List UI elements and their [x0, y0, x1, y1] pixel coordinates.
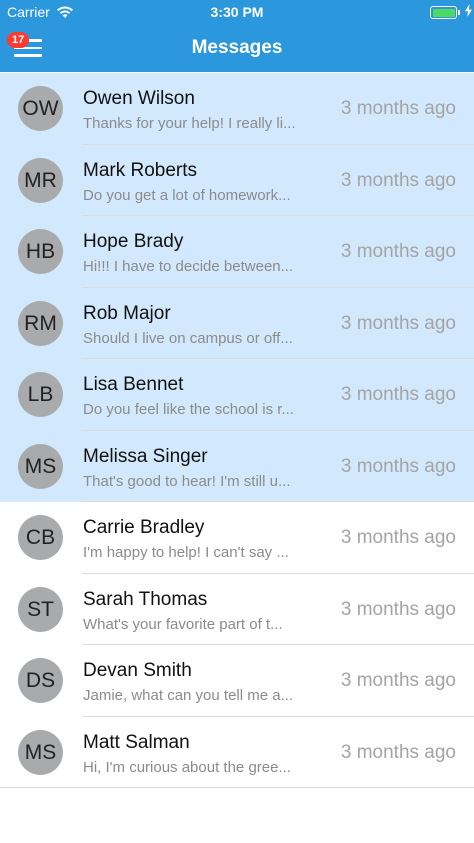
avatar: HB — [18, 229, 63, 274]
avatar: MS — [18, 729, 63, 775]
avatar: MS — [18, 443, 63, 489]
message-timestamp: 3 months ago — [340, 312, 456, 334]
sender-name: Devan Smith — [83, 660, 192, 681]
message-row[interactable]: MS Matt Salman Hi, I'm curious about the… — [0, 716, 474, 788]
message-timestamp: 3 months ago — [340, 455, 456, 477]
message-preview: Should I live on campus or off... — [83, 329, 293, 347]
message-timestamp: 3 months ago — [340, 527, 456, 548]
avatar: RM — [18, 300, 63, 346]
message-preview: That's good to hear! I'm still u... — [83, 472, 291, 490]
message-timestamp: 3 months ago — [340, 741, 456, 763]
page-title: Messages — [191, 37, 283, 58]
message-preview: I'm happy to help! I can't say ... — [83, 544, 289, 561]
avatar: DS — [18, 658, 63, 703]
message-row[interactable]: ST Sarah Thomas What's your favorite par… — [0, 573, 474, 645]
sender-name: Owen Wilson — [83, 88, 195, 109]
message-list: OW Owen Wilson Thanks for your help! I r… — [0, 73, 474, 788]
message-preview: Hi!!! I have to decide between... — [83, 258, 294, 275]
sender-name: Hope Brady — [83, 231, 184, 252]
message-row[interactable]: LB Lisa Bennet Do you feel like the scho… — [0, 359, 474, 431]
message-timestamp: 3 months ago — [340, 241, 456, 262]
sender-name: Lisa Bennet — [83, 374, 184, 395]
navigation-bar: 17 Messages — [0, 24, 474, 72]
avatar: MR — [18, 157, 63, 203]
status-time: 3:30 PM — [210, 4, 264, 20]
message-timestamp: 3 months ago — [340, 598, 456, 620]
message-row[interactable]: CB Carrie Bradley I'm happy to help! I c… — [0, 502, 474, 574]
message-timestamp: 3 months ago — [340, 384, 456, 405]
message-preview: Do you feel like the school is r... — [83, 401, 294, 418]
message-preview: Do you get a lot of homework... — [83, 186, 291, 204]
avatar: LB — [18, 372, 63, 417]
sender-name: Rob Major — [83, 302, 171, 324]
avatar: ST — [18, 586, 63, 632]
sender-name: Carrie Bradley — [83, 517, 205, 538]
avatar: CB — [18, 515, 63, 560]
battery-level — [432, 8, 455, 17]
sender-name: Mark Roberts — [83, 159, 198, 181]
message-timestamp: 3 months ago — [340, 670, 456, 691]
charging-bolt-icon — [465, 4, 472, 17]
message-preview: Jamie, what can you tell me a... — [83, 687, 294, 704]
message-preview: What's your favorite part of t... — [83, 615, 283, 633]
sender-name: Melissa Singer — [83, 445, 208, 467]
message-timestamp: 3 months ago — [340, 169, 456, 191]
status-bar: Carrier 3:30 PM — [0, 0, 474, 24]
message-timestamp: 3 months ago — [340, 98, 456, 119]
battery-icon — [430, 6, 462, 19]
avatar: OW — [18, 86, 63, 131]
message-preview: Thanks for your help! I really li... — [83, 115, 296, 132]
message-preview: Hi, I'm curious about the gree... — [83, 758, 291, 776]
message-row[interactable]: RM Rob Major Should I live on campus or … — [0, 287, 474, 359]
message-row[interactable]: MR Mark Roberts Do you get a lot of home… — [0, 144, 474, 216]
sender-name: Matt Salman — [83, 731, 190, 753]
sender-name: Sarah Thomas — [83, 588, 208, 610]
message-row[interactable]: OW Owen Wilson Thanks for your help! I r… — [0, 73, 474, 145]
message-row[interactable]: MS Melissa Singer That's good to hear! I… — [0, 430, 474, 502]
message-row[interactable]: DS Devan Smith Jamie, what can you tell … — [0, 645, 474, 717]
message-row[interactable]: HB Hope Brady Hi!!! I have to decide bet… — [0, 216, 474, 288]
